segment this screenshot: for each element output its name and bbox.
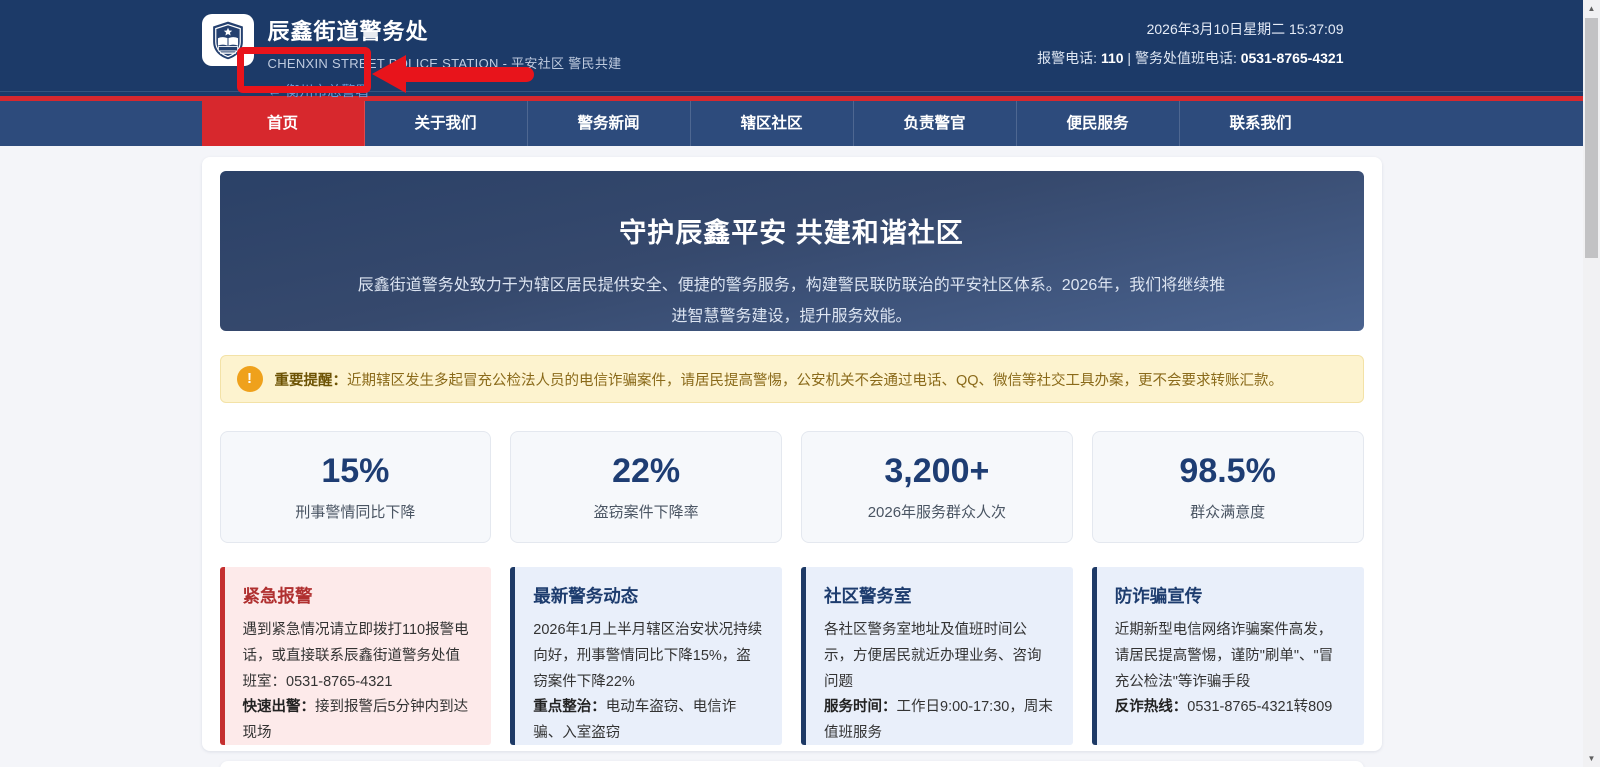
stat-value: 98.5% — [1179, 452, 1276, 490]
page: 辰鑫街道警务处 CHENXIN STREET POLICE STATION - … — [0, 0, 1583, 767]
duty-phone-label: 警务处值班电话: — [1134, 50, 1241, 66]
card-bold-text: 0531-8765-4321转809 — [1187, 699, 1333, 716]
card-anti-fraud: 防诈骗宣传 近期新型电信网络诈骗案件高发，请居民提高警惕，谨防"刷单"、"冒充公… — [1091, 567, 1364, 745]
warning-exclamation-icon: ! — [236, 366, 263, 392]
card-bold-label: 重点整治： — [533, 699, 606, 716]
card-text: 近期新型电信网络诈骗案件高发，请居民提高警惕，谨防"刷单"、"冒充公检法"等诈骗… — [1114, 622, 1334, 690]
important-notice-bar: ! 重要提醒：近期辖区发生多起冒充公检法人员的电信诈骗案件，请居民提高警惕，公安… — [219, 355, 1364, 403]
card-text: 遇到紧急情况请立即拨打110报警电话，或直接联系辰鑫街道警务处值班室：0531-… — [242, 622, 469, 690]
site-title: 辰鑫街道警务处 — [267, 19, 429, 44]
card-title: 防诈骗宣传 — [1114, 586, 1203, 606]
main-content: 守护辰鑫平安 共建和谐社区 辰鑫街道警务处致力于为辖区居民提供安全、便捷的警务服… — [201, 157, 1382, 751]
nav-tab-news[interactable]: 警务新闻 — [528, 101, 691, 146]
duty-phone-number: 0531-8765-4321 — [1240, 50, 1344, 66]
scrollbar-thumb[interactable] — [1585, 18, 1598, 258]
nav-tab-services[interactable]: 便民服务 — [1017, 101, 1180, 146]
card-bold-label: 快速出警： — [242, 699, 316, 716]
scroll-up-arrow-icon[interactable]: ▲ — [1583, 0, 1600, 17]
phone-line: 报警电话: 110 | 警务处值班电话: 0531-8765-4321 — [1037, 48, 1343, 68]
card-bold-label: 服务时间： — [824, 699, 897, 716]
stat-value: 3,200+ — [884, 452, 990, 490]
nav-tab-communities[interactable]: 辖区社区 — [691, 101, 854, 146]
stat-value: 15% — [321, 452, 390, 490]
card-text: 各社区警务室地址及值班时间公示，方便居民就近办理业务、咨询问题 — [824, 622, 1042, 690]
card-police-news: 最新警务动态 2026年1月上半月辖区治安状况持续向好，刑事警情同比下降15%，… — [510, 567, 782, 745]
nav-tab-about[interactable]: 关于我们 — [365, 101, 528, 146]
main-nav: 首页 关于我们 警务新闻 辖区社区 负责警官 便民服务 联系我们 — [0, 101, 1583, 146]
hero-title: 守护辰鑫平安 共建和谐社区 — [619, 218, 964, 248]
card-text: 2026年1月上半月辖区治安状况持续向好，刑事警情同比下降15%，盗窃案件下降2… — [533, 622, 763, 690]
hero-banner: 守护辰鑫平安 共建和谐社区 辰鑫街道警务处致力于为辖区居民提供安全、便捷的警务服… — [219, 171, 1364, 331]
alarm-phone-label: 报警电话: — [1037, 50, 1101, 66]
card-community-office: 社区警务室 各社区警务室地址及值班时间公示，方便居民就近办理业务、咨询问题 服务… — [801, 567, 1073, 745]
stat-served-count: 3,200+ 2026年服务群众人次 — [801, 431, 1073, 543]
phone-separator: | — [1123, 50, 1135, 66]
stat-value: 22% — [612, 452, 681, 490]
card-title: 紧急报警 — [242, 586, 313, 606]
alarm-phone-number: 110 — [1100, 50, 1124, 66]
stat-theft-drop: 22% 盗窃案件下降率 — [510, 431, 782, 543]
datetime-display: 2026年3月10日星期二 15:37:09 — [1146, 21, 1344, 37]
nav-tab-officers[interactable]: 负责警官 — [854, 101, 1017, 146]
scroll-down-arrow-icon[interactable]: ▼ — [1583, 750, 1600, 767]
notice-text: 近期辖区发生多起冒充公检法人员的电信诈骗案件，请居民提高警惕，公安机关不会通过电… — [347, 372, 1284, 389]
next-section-peek — [219, 761, 1364, 767]
stat-label: 群众满意度 — [1190, 504, 1266, 521]
police-badge-logo-icon[interactable] — [201, 14, 254, 66]
info-cards-row: 紧急报警 遇到紧急情况请立即拨打110报警电话，或直接联系辰鑫街道警务处值班室：… — [219, 567, 1364, 745]
notice-label: 重要提醒： — [274, 372, 348, 389]
brand: 辰鑫街道警务处 CHENXIN STREET POLICE STATION - … — [201, 14, 622, 101]
stat-label: 刑事警情同比下降 — [295, 504, 416, 521]
nav-tab-home[interactable]: 首页 — [201, 101, 365, 146]
hero-text: 辰鑫街道警务处致力于为辖区居民提供安全、便捷的警务服务，构建警民联防联治的平安社… — [357, 277, 1226, 326]
card-emergency: 紧急报警 遇到紧急情况请立即拨打110报警电话，或直接联系辰鑫街道警务处值班室：… — [219, 567, 492, 745]
card-title: 最新警务动态 — [533, 586, 639, 606]
site-subtitle: CHENXIN STREET POLICE STATION - 平安社区 警民共… — [267, 56, 622, 71]
card-bold-label: 反诈热线： — [1114, 699, 1188, 716]
stat-crime-drop: 15% 刑事警情同比下降 — [219, 431, 492, 543]
site-header: 辰鑫街道警务处 CHENXIN STREET POLICE STATION - … — [0, 0, 1583, 99]
vertical-scrollbar[interactable]: ▲ ▼ — [1583, 0, 1600, 767]
nav-tab-contact[interactable]: 联系我们 — [1180, 101, 1342, 146]
stats-row: 15% 刑事警情同比下降 22% 盗窃案件下降率 3,200+ 2026年服务群… — [219, 431, 1364, 543]
stat-label: 2026年服务群众人次 — [867, 504, 1007, 521]
card-title: 社区警务室 — [824, 586, 912, 606]
stat-satisfaction: 98.5% 群众满意度 — [1091, 431, 1364, 543]
stat-label: 盗窃案件下降率 — [593, 504, 699, 521]
back-to-hq-link[interactable]: ← 衡州市总警署 — [268, 81, 370, 101]
